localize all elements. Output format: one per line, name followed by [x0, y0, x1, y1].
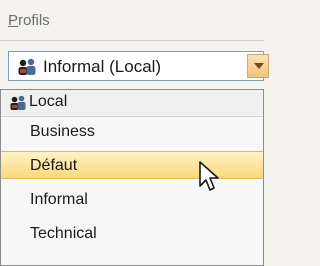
dropdown-item-label: Informal: [30, 191, 88, 208]
group-divider: [0, 40, 264, 41]
pointer-arrow-icon: [199, 161, 219, 191]
chevron-down-icon: [254, 63, 264, 69]
users-icon: [10, 95, 26, 110]
dropdown-item-label: Défaut: [30, 157, 78, 174]
profile-selected-value: Informal (Local): [43, 57, 162, 76]
dropdown-item-business[interactable]: Business: [1, 118, 263, 146]
profile-combobox[interactable]: Informal (Local): [8, 51, 269, 81]
dropdown-arrow-button[interactable]: [247, 54, 269, 78]
dropdown-item-label: Technical: [30, 225, 97, 242]
dropdown-item-technical[interactable]: Technical: [1, 220, 263, 248]
users-icon: [18, 58, 36, 75]
profiles-group-label: Profils: [8, 12, 50, 29]
dropdown-item-label: Business: [30, 123, 95, 140]
dropdown-group-label: Local: [29, 93, 68, 110]
profiles-label-rest: rofils: [18, 12, 50, 29]
profiles-label-accesskey: P: [8, 12, 19, 29]
dropdown-group-header: Local: [1, 90, 263, 117]
